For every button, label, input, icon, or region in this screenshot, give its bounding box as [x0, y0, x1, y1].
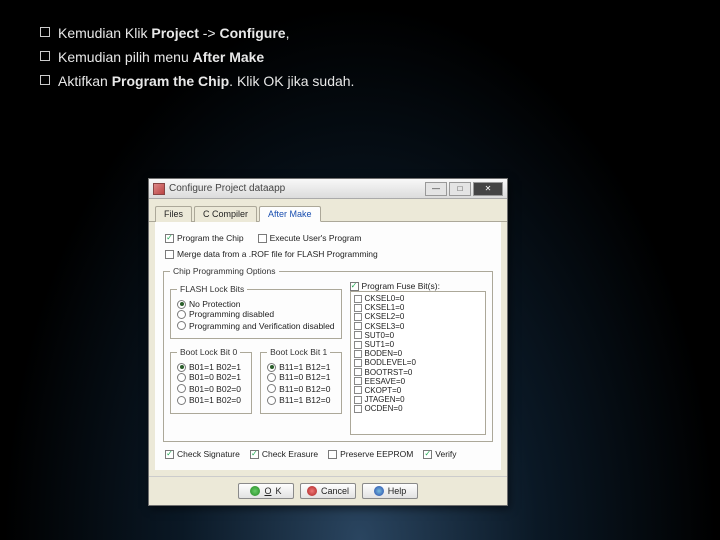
- tab-after-make[interactable]: After Make: [259, 206, 321, 222]
- boot-lock-0-group: Boot Lock Bit 0 B01=1 B02=1 B01=0 B02=1 …: [170, 347, 252, 414]
- maximize-button[interactable]: □: [449, 182, 471, 196]
- tab-bar: Files C Compiler After Make: [149, 199, 507, 222]
- after-make-panel: ✓Program the Chip Execute User's Program…: [155, 222, 501, 470]
- fuse-item[interactable]: CKSEL3=0: [354, 322, 482, 331]
- fuse-item[interactable]: JTAGEN=0: [354, 395, 482, 404]
- fuse-list[interactable]: CKSEL0=0CKSEL1=0CKSEL2=0CKSEL3=0SUT0=0SU…: [350, 291, 486, 435]
- checkbox-preserve-eeprom[interactable]: Preserve EEPROM: [328, 449, 413, 459]
- radio-b03[interactable]: B01=0 B02=0: [177, 384, 241, 394]
- cancel-button[interactable]: Cancel: [300, 483, 356, 499]
- checkbox-exec-user[interactable]: Execute User's Program: [258, 233, 362, 243]
- chip-programming-group: Chip Programming Options FLASH Lock Bits…: [163, 266, 493, 442]
- boot-lock-1-group: Boot Lock Bit 1 B11=1 B12=1 B11=0 B12=1 …: [260, 347, 341, 414]
- instruction-line-1: Kemudian Klik Project -> Configure,: [58, 22, 289, 46]
- configure-dialog: Configure Project dataapp — □ ✕ Files C …: [148, 178, 508, 506]
- fuse-item[interactable]: CKSEL2=0: [354, 312, 482, 321]
- button-bar: OK Cancel Help: [149, 476, 507, 505]
- app-icon: [153, 183, 165, 195]
- fuse-item[interactable]: EESAVE=0: [354, 377, 482, 386]
- fuse-item[interactable]: CKSEL0=0: [354, 294, 482, 303]
- minimize-button[interactable]: —: [425, 182, 447, 196]
- radio-b11[interactable]: B11=1 B12=1: [267, 362, 330, 372]
- slide-instructions: Kemudian Klik Project -> Configure, Kemu…: [0, 0, 720, 93]
- checkbox-program-fuse[interactable]: ✓Program Fuse Bit(s):: [350, 281, 440, 291]
- titlebar[interactable]: Configure Project dataapp — □ ✕: [149, 179, 507, 199]
- checkbox-verify[interactable]: ✓Verify: [423, 449, 456, 459]
- bullet-icon: [40, 27, 50, 37]
- fuse-item[interactable]: SUT1=0: [354, 340, 482, 349]
- instruction-line-2: Kemudian pilih menu After Make: [58, 46, 264, 70]
- fuse-item[interactable]: CKSEL1=0: [354, 303, 482, 312]
- fuse-item[interactable]: BODEN=0: [354, 349, 482, 358]
- flash-lock-group: FLASH Lock Bits No Protection Programmin…: [170, 284, 342, 339]
- radio-b04[interactable]: B01=1 B02=0: [177, 395, 241, 405]
- window-title: Configure Project dataapp: [169, 183, 423, 194]
- close-button[interactable]: ✕: [473, 182, 503, 196]
- fuse-item[interactable]: OCDEN=0: [354, 404, 482, 413]
- checkbox-program-chip[interactable]: ✓Program the Chip: [165, 233, 244, 243]
- fuse-item[interactable]: CKOPT=0: [354, 386, 482, 395]
- fuse-item[interactable]: SUT0=0: [354, 331, 482, 340]
- tab-files[interactable]: Files: [155, 206, 192, 222]
- bullet-icon: [40, 75, 50, 85]
- fuse-item[interactable]: BODLEVEL=0: [354, 358, 482, 367]
- radio-no-protection[interactable]: No Protection: [177, 299, 241, 309]
- radio-b02[interactable]: B01=0 B02=1: [177, 372, 241, 382]
- bullet-icon: [40, 51, 50, 61]
- radio-b12[interactable]: B11=0 B12=1: [267, 372, 330, 382]
- checkbox-merge-rof[interactable]: Merge data from a .ROF file for FLASH Pr…: [165, 249, 378, 259]
- chip-programming-legend: Chip Programming Options: [170, 266, 279, 276]
- radio-prog-disabled[interactable]: Programming disabled: [177, 309, 274, 319]
- radio-b01[interactable]: B01=1 B02=1: [177, 362, 241, 372]
- checkbox-check-signature[interactable]: ✓Check Signature: [165, 449, 240, 459]
- checkbox-check-erasure[interactable]: ✓Check Erasure: [250, 449, 318, 459]
- radio-b13[interactable]: B11=0 B12=0: [267, 384, 330, 394]
- radio-b14[interactable]: B11=1 B12=0: [267, 395, 330, 405]
- fuse-item[interactable]: BOOTRST=0: [354, 368, 482, 377]
- tab-c-compiler[interactable]: C Compiler: [194, 206, 257, 222]
- check-icon: [250, 486, 260, 496]
- cancel-icon: [307, 486, 317, 496]
- ok-button[interactable]: OK: [238, 483, 294, 499]
- help-button[interactable]: Help: [362, 483, 418, 499]
- help-icon: [374, 486, 384, 496]
- radio-prog-ver-disabled[interactable]: Programming and Verification disabled: [177, 321, 335, 331]
- instruction-line-3: Aktifkan Program the Chip. Klik OK jika …: [58, 70, 354, 94]
